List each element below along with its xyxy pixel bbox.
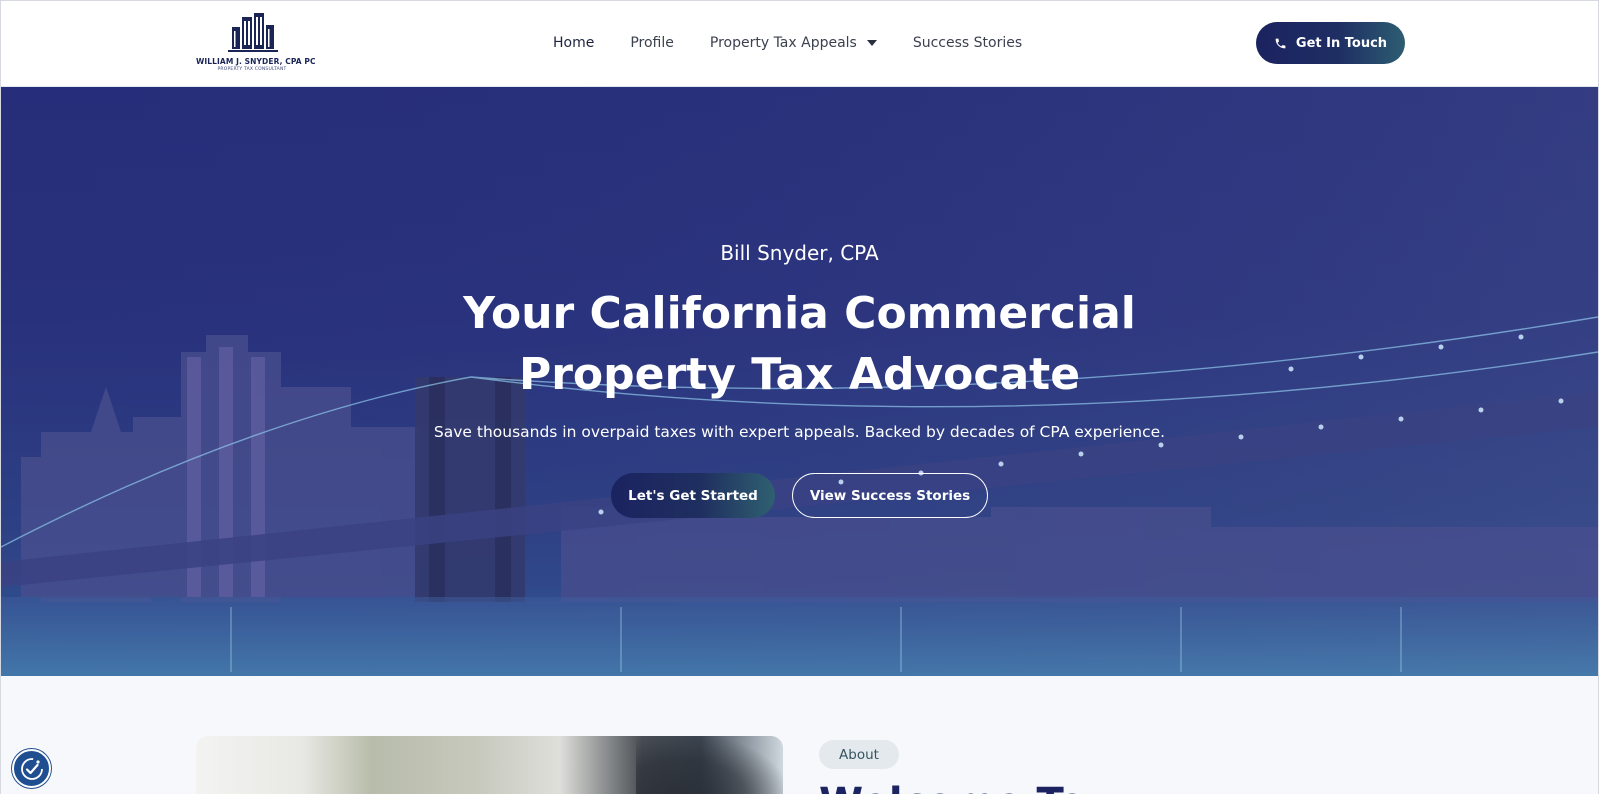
logo-name: WILLIAM J. SNYDER, CPA PC bbox=[196, 57, 316, 66]
hero-title-line-1: Your California Commercial bbox=[463, 288, 1136, 339]
logo-tagline: PROPERTY TAX CONSULTANT bbox=[217, 67, 287, 72]
hero-title-line-2: Property Tax Advocate bbox=[518, 349, 1081, 400]
accessibility-button[interactable] bbox=[12, 749, 51, 788]
view-success-stories-button[interactable]: View Success Stories bbox=[792, 473, 988, 518]
logo[interactable]: WILLIAM J. SNYDER, CPA PC PROPERTY TAX C… bbox=[196, 11, 316, 75]
get-in-touch-button[interactable]: Get In Touch bbox=[1256, 22, 1405, 64]
phone-icon bbox=[1275, 38, 1286, 48]
hero-buttons: Let's Get Started View Success Stories bbox=[1, 473, 1598, 518]
nav-item-profile[interactable]: Profile bbox=[630, 35, 674, 51]
nav-item-success-stories[interactable]: Success Stories bbox=[913, 35, 1022, 51]
hero-title: Your California Commercial Property Tax … bbox=[1, 283, 1598, 405]
get-started-button[interactable]: Let's Get Started bbox=[611, 473, 775, 518]
hero-kicker: Bill Snyder, CPA bbox=[720, 241, 879, 265]
hero-subtitle: Save thousands in overpaid taxes with ex… bbox=[433, 423, 1166, 441]
about-photo bbox=[196, 736, 783, 794]
accessibility-icon bbox=[20, 757, 43, 780]
building-logo-icon bbox=[228, 13, 278, 52]
nav-item-label: Property Tax Appeals bbox=[709, 35, 857, 51]
about-heading: Welcome To bbox=[819, 780, 1086, 794]
nav-item-home[interactable]: Home bbox=[553, 35, 594, 51]
main-nav: Home Profile Property Tax Appeals Succes… bbox=[553, 32, 1022, 54]
site-header: WILLIAM J. SNYDER, CPA PC PROPERTY TAX C… bbox=[1, 1, 1598, 87]
nav-item-property-tax-appeals[interactable]: Property Tax Appeals bbox=[710, 35, 877, 51]
about-section: About Welcome To bbox=[1, 676, 1598, 794]
about-tag: About bbox=[819, 740, 899, 769]
get-in-touch-label: Get In Touch bbox=[1295, 35, 1388, 51]
hero-section: Bill Snyder, CPA Your California Commerc… bbox=[1, 87, 1598, 676]
chevron-down-icon bbox=[866, 40, 877, 46]
about-photo-person bbox=[636, 736, 783, 794]
